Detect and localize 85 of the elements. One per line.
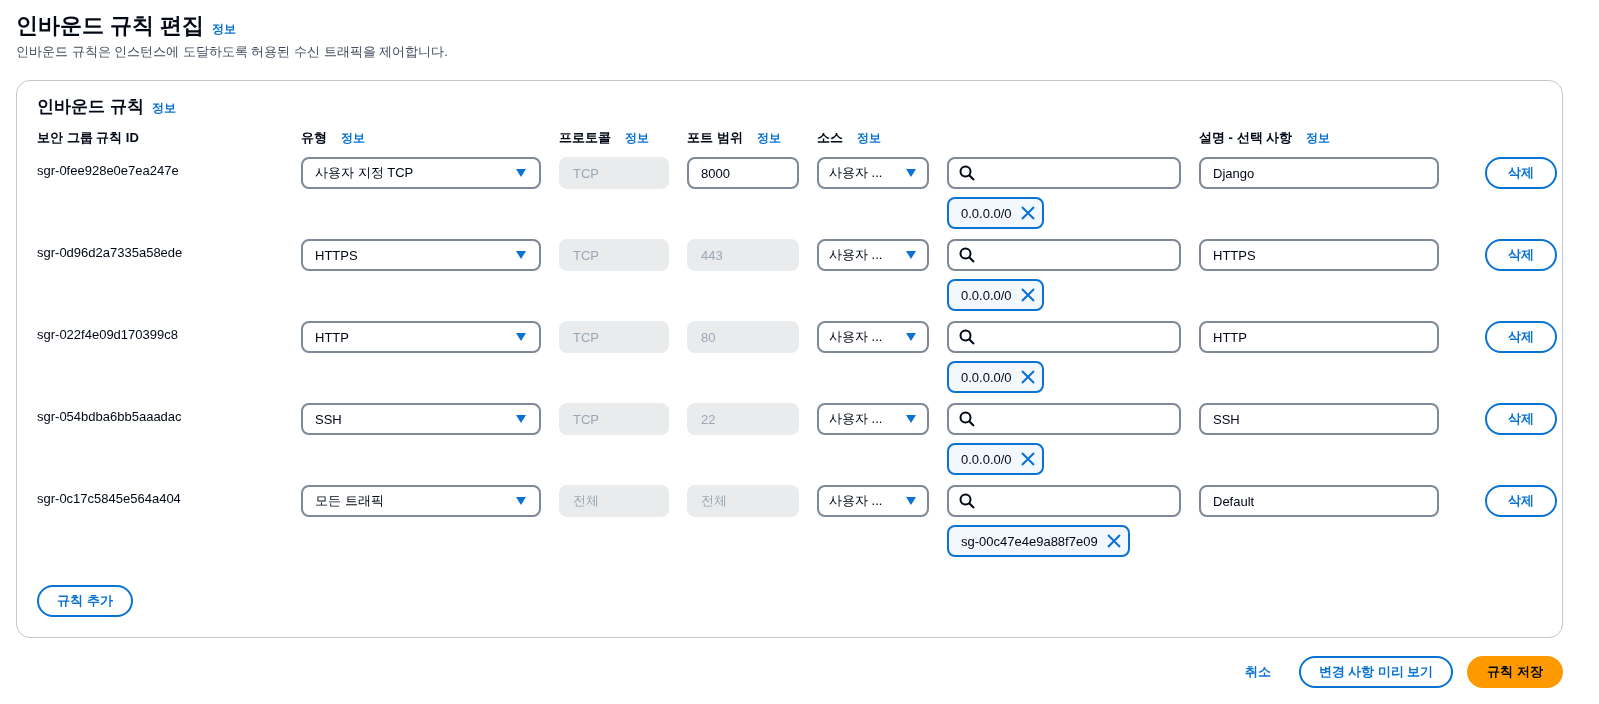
protocol-field: TCP [559, 157, 669, 189]
delete-button[interactable]: 삭제 [1485, 321, 1557, 353]
type-select[interactable]: SSH [301, 403, 541, 435]
protocol-field: TCP [559, 239, 669, 271]
delete-button[interactable]: 삭제 [1485, 239, 1557, 271]
token-label: 0.0.0.0/0 [961, 451, 1012, 467]
info-link[interactable]: 정보 [857, 130, 881, 147]
rule-id: sgr-0c17c5845e564a404 [37, 490, 182, 506]
close-icon[interactable] [1019, 287, 1036, 303]
description-field[interactable]: SSH [1199, 403, 1439, 435]
column-header: 프로토콜 [559, 129, 611, 147]
info-link[interactable]: 정보 [625, 130, 649, 147]
caret-down-icon [515, 496, 527, 506]
delete-button[interactable]: 삭제 [1485, 485, 1557, 517]
search-icon [959, 329, 975, 345]
type-select[interactable]: 사용자 지정 TCP [301, 157, 541, 189]
delete-button[interactable]: 삭제 [1485, 157, 1557, 189]
port-range-field: 443 [687, 239, 799, 271]
caret-down-icon [515, 168, 527, 178]
rule-id: sgr-0d96d2a7335a58ede [37, 244, 184, 260]
column-header: 소스 [817, 129, 843, 147]
info-link[interactable]: 정보 [756, 130, 781, 147]
type-select[interactable]: HTTPS [301, 239, 541, 271]
close-icon[interactable] [1019, 369, 1036, 385]
caret-down-icon [515, 414, 527, 424]
column-header: 보안 그룹 규칙 ID [37, 129, 139, 147]
caret-down-icon [905, 250, 917, 260]
source-select[interactable]: 사용자 ... [817, 157, 929, 189]
close-icon[interactable] [1019, 205, 1036, 221]
info-link[interactable]: 정보 [1306, 130, 1331, 147]
rule-id: sgr-022f4e09d170399c8 [37, 326, 179, 342]
type-select[interactable]: 모든 트래픽 [301, 485, 541, 517]
source-select[interactable]: 사용자 ... [817, 485, 929, 517]
caret-down-icon [905, 332, 917, 342]
port-range-field: 80 [687, 321, 799, 353]
caret-down-icon [905, 168, 917, 178]
type-select[interactable]: HTTP [301, 321, 541, 353]
caret-down-icon [905, 414, 917, 424]
search-field[interactable] [947, 403, 1181, 435]
description-field[interactable]: HTTP [1199, 321, 1439, 353]
search-icon [959, 165, 975, 181]
close-icon[interactable] [1019, 451, 1036, 467]
info-link[interactable]: 정보 [341, 130, 365, 147]
caret-down-icon [515, 332, 527, 342]
save-button[interactable]: 규칙 저장 [1467, 656, 1563, 688]
source-select[interactable]: 사용자 ... [817, 321, 929, 353]
port-range-field: 전체 [687, 485, 799, 517]
page-description: 인바운드 규칙은 인스턴스에 도달하도록 허용된 수신 트래픽을 제어합니다. [16, 43, 449, 61]
search-icon [959, 493, 975, 509]
protocol-field: TCP [559, 321, 669, 353]
column-header: 유형 [301, 129, 327, 147]
protocol-field: TCP [559, 403, 669, 435]
source-select[interactable]: 사용자 ... [817, 403, 929, 435]
close-icon[interactable] [1105, 533, 1122, 549]
port-range-field: 22 [687, 403, 799, 435]
token-label: 0.0.0.0/0 [961, 369, 1012, 385]
search-field[interactable] [947, 157, 1181, 189]
info-link[interactable]: 정보 [151, 100, 176, 117]
token-label: 0.0.0.0/0 [961, 287, 1012, 303]
search-field[interactable] [947, 239, 1181, 271]
description-field[interactable]: Default [1199, 485, 1439, 517]
description-field[interactable]: Django [1199, 157, 1439, 189]
rule-id: sgr-0fee928e0e7ea247e [37, 162, 180, 178]
search-field[interactable] [947, 321, 1181, 353]
source-select[interactable]: 사용자 ... [817, 239, 929, 271]
delete-button[interactable]: 삭제 [1485, 403, 1557, 435]
page-title: 인바운드 규칙 편집 [16, 12, 205, 40]
column-header: 포트 범위 [687, 129, 743, 147]
column-header: 설명 - 선택 사항 [1199, 129, 1293, 147]
port-range-field[interactable]: 8000 [687, 157, 799, 189]
search-icon [959, 247, 975, 263]
cancel-link[interactable]: 취소 [1230, 656, 1285, 688]
info-link[interactable]: 정보 [212, 21, 237, 38]
add-rule-button[interactable]: 규칙 추가 [37, 585, 133, 617]
rule-id: sgr-054bdba6bb5aaadac [37, 408, 183, 424]
search-field[interactable] [947, 485, 1181, 517]
preview-button[interactable]: 변경 사항 미리 보기 [1298, 656, 1454, 688]
caret-down-icon [905, 496, 917, 506]
token-label: 0.0.0.0/0 [961, 205, 1012, 221]
description-field[interactable]: HTTPS [1199, 239, 1439, 271]
search-icon [959, 411, 975, 427]
card-title: 인바운드 규칙 [37, 96, 144, 118]
protocol-field: 전체 [559, 485, 669, 517]
token-label: sg-00c47e4e9a88f7e09 [961, 533, 1098, 549]
caret-down-icon [515, 250, 527, 260]
